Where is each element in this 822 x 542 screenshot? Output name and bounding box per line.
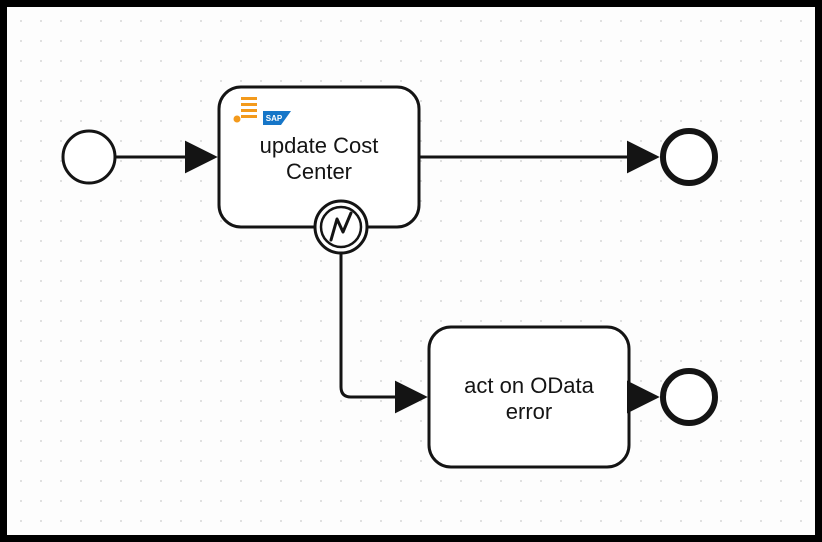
end-event-2[interactable] [663,371,715,423]
task2-label-line1: act on OData [464,373,594,398]
flow-boundary-to-task2[interactable] [341,253,425,397]
task-update-cost-center[interactable]: SAP update Cost Center [219,87,419,227]
task1-label-line2: Center [286,159,352,184]
task-act-on-odata-error[interactable]: act on OData error [429,327,629,467]
task2-label-line2: error [506,399,552,424]
end-event-1[interactable] [663,131,715,183]
boundary-error-event[interactable] [315,201,367,253]
start-event[interactable] [63,131,115,183]
task1-label-line1: update Cost [260,133,379,158]
diagram-canvas[interactable]: SAP update Cost Center act on OData erro [0,0,822,542]
sap-badge-text: SAP [266,114,283,123]
